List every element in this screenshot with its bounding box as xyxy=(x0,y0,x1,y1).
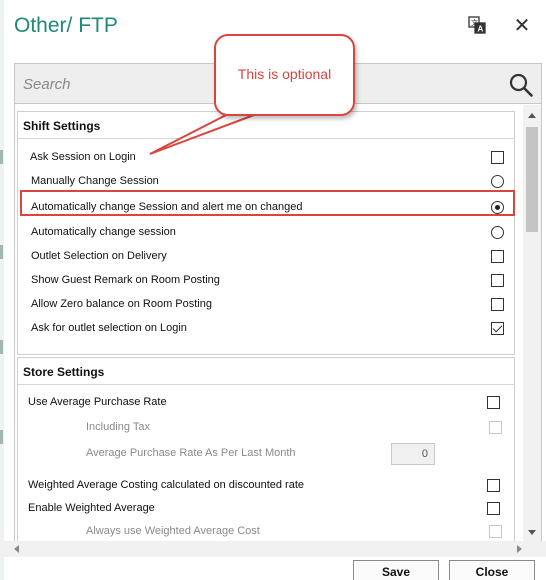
divider xyxy=(18,384,514,385)
setting-row: Average Purchase Rate As Per Last Month … xyxy=(18,443,514,465)
left-edge-strip xyxy=(0,0,4,580)
setting-row[interactable]: Outlet Selection on Delivery xyxy=(18,246,514,268)
outlet-login-checkbox[interactable] xyxy=(491,322,504,335)
setting-label: Use Average Purchase Rate xyxy=(28,396,167,408)
avg-purchase-checkbox[interactable] xyxy=(487,396,500,409)
setting-row: Including Tax xyxy=(18,417,514,439)
close-icon[interactable]: ✕ xyxy=(511,14,533,37)
setting-row[interactable]: Ask Session on Login xyxy=(18,147,514,169)
section-title: Shift Settings xyxy=(23,119,101,133)
setting-label: Automatically change session xyxy=(31,226,176,238)
setting-row[interactable]: Allow Zero balance on Room Posting xyxy=(18,294,514,316)
outlet-delivery-checkbox[interactable] xyxy=(491,250,504,263)
setting-row[interactable]: Use Average Purchase Rate xyxy=(18,392,514,414)
shift-settings-section: Shift Settings Ask Session on Login Manu… xyxy=(17,111,515,355)
guest-remark-checkbox[interactable] xyxy=(491,274,504,287)
highlight-box xyxy=(20,190,515,216)
weighted-discount-checkbox[interactable] xyxy=(487,479,500,492)
close-button[interactable]: Close xyxy=(449,560,535,580)
avg-rate-last-month-input: 0 xyxy=(391,443,435,465)
scroll-down-icon[interactable] xyxy=(528,530,536,535)
save-button[interactable]: Save xyxy=(353,560,439,580)
scroll-right-icon[interactable] xyxy=(517,545,522,553)
setting-label: Outlet Selection on Delivery xyxy=(31,250,167,262)
horizontal-scrollbar[interactable] xyxy=(0,541,546,557)
always-weighted-checkbox xyxy=(489,525,502,538)
setting-row[interactable]: Enable Weighted Average xyxy=(18,498,514,520)
scroll-up-icon[interactable] xyxy=(528,113,536,118)
ask-session-checkbox[interactable] xyxy=(491,151,504,164)
setting-label: Allow Zero balance on Room Posting xyxy=(31,298,212,310)
section-title: Store Settings xyxy=(23,365,105,379)
setting-label: Manually Change Session xyxy=(31,175,159,187)
setting-label: Enable Weighted Average xyxy=(28,502,155,514)
search-icon[interactable] xyxy=(508,72,534,98)
setting-label: Weighted Average Costing calculated on d… xyxy=(28,479,304,491)
setting-row[interactable]: Weighted Average Costing calculated on d… xyxy=(18,475,514,497)
setting-label: Including Tax xyxy=(86,421,151,433)
edge-tick xyxy=(0,430,3,444)
zero-balance-checkbox[interactable] xyxy=(491,298,504,311)
store-settings-section: Store Settings Use Average Purchase Rate… xyxy=(17,357,515,543)
callout-text: This is optional xyxy=(237,66,332,82)
including-tax-checkbox xyxy=(489,421,502,434)
annotation-callout: This is optional xyxy=(214,34,355,116)
window-title: Other/ FTP xyxy=(14,14,118,37)
vertical-scrollbar[interactable] xyxy=(523,105,541,543)
svg-text:A: A xyxy=(478,25,484,34)
enable-weighted-checkbox[interactable] xyxy=(487,502,500,515)
auto-session-radio[interactable] xyxy=(491,226,504,239)
setting-row[interactable]: Show Guest Remark on Room Posting xyxy=(18,270,514,292)
setting-row[interactable]: Automatically change session xyxy=(18,222,514,244)
manual-session-radio[interactable] xyxy=(491,175,504,188)
edge-tick xyxy=(0,245,3,259)
setting-label: Average Purchase Rate As Per Last Month xyxy=(86,447,296,459)
setting-label: Show Guest Remark on Room Posting xyxy=(31,274,220,286)
setting-label: Ask Session on Login xyxy=(30,151,136,163)
setting-label: Always use Weighted Average Cost xyxy=(86,525,260,537)
setting-label: Ask for outlet selection on Login xyxy=(31,322,187,334)
divider xyxy=(18,138,514,139)
setting-row[interactable]: Ask for outlet selection on Login xyxy=(18,318,514,340)
translate-icon[interactable]: 文 A xyxy=(466,14,488,36)
setting-row: Always use Weighted Average Cost xyxy=(18,521,514,543)
translate-icon-glyph: 文 A xyxy=(468,16,486,34)
settings-content: Shift Settings Ask Session on Login Manu… xyxy=(15,105,522,543)
edge-tick xyxy=(0,340,3,354)
settings-panel: Shift Settings Ask Session on Login Manu… xyxy=(14,63,542,543)
scroll-thumb[interactable] xyxy=(526,127,538,232)
scroll-left-icon[interactable] xyxy=(14,545,19,553)
edge-tick xyxy=(0,150,3,164)
